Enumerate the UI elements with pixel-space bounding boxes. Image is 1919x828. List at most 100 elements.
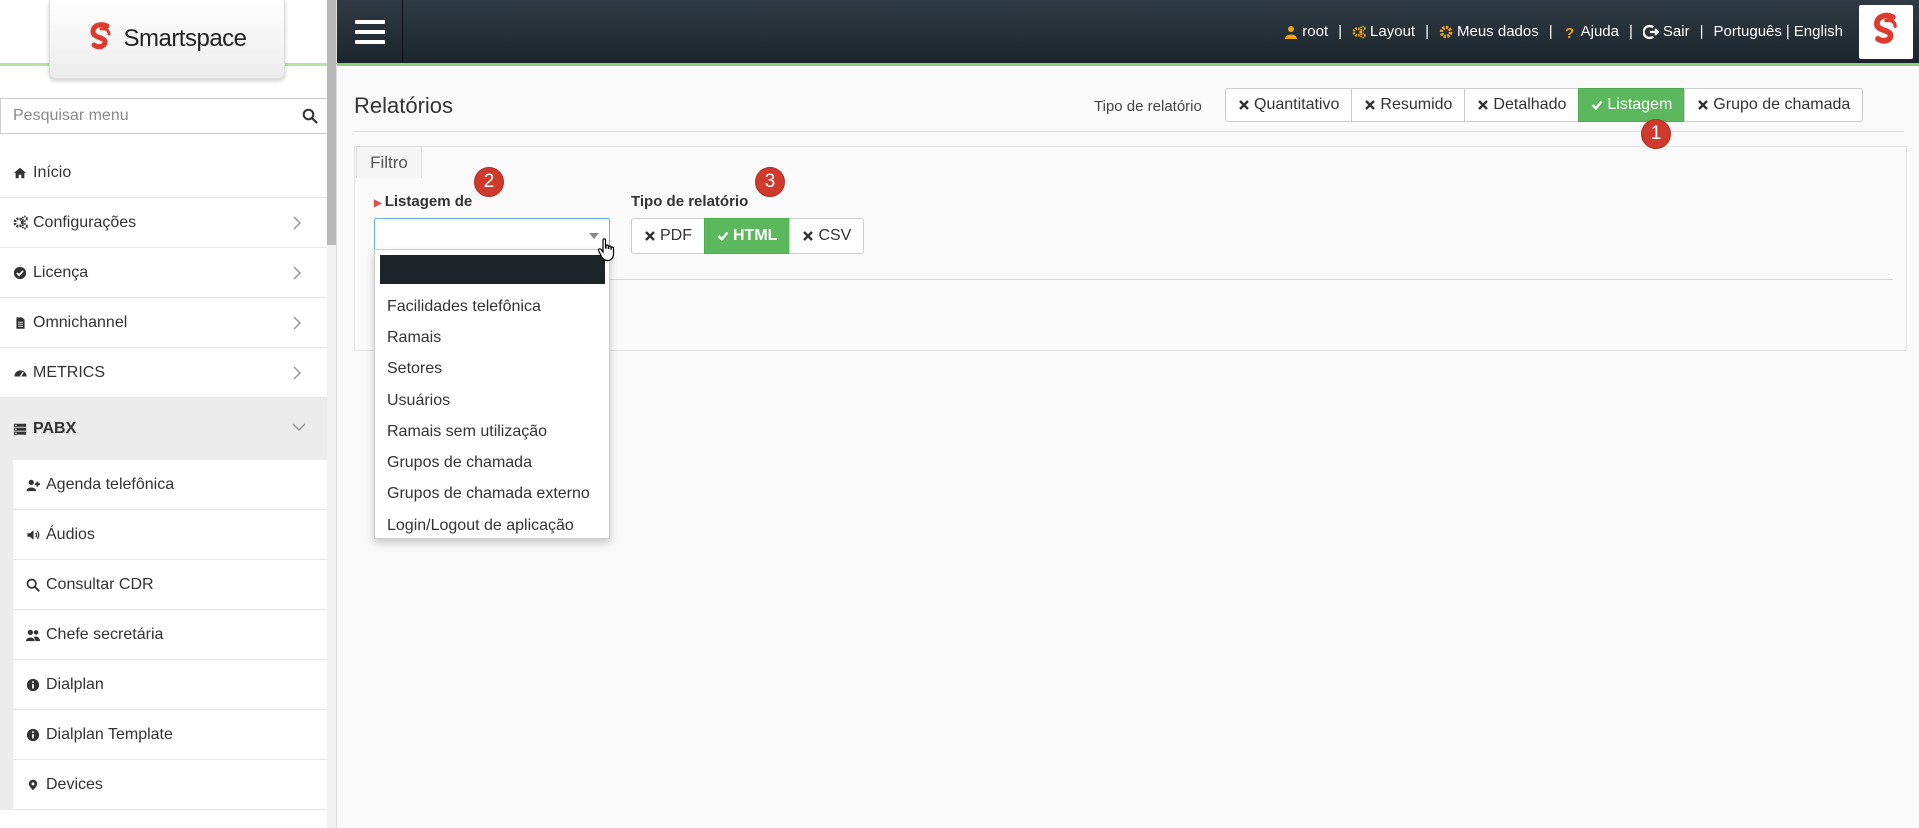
close-icon	[1478, 100, 1489, 110]
smartspace-logo-icon	[90, 22, 111, 50]
menu-search-input[interactable]	[1, 99, 291, 133]
dropdown-options: Facilidades telefônica Ramais Setores Us…	[375, 291, 609, 541]
lang-pt-link[interactable]: Português	[1714, 23, 1782, 40]
step-badge-1: 1	[1641, 119, 1671, 149]
sidebar-item-pabx[interactable]: PABX	[0, 398, 328, 460]
listagem-de-dropdown: Facilidades telefônica Ramais Setores Us…	[374, 249, 610, 539]
sidebar-item-devices[interactable]: Devices	[13, 760, 328, 810]
user-link[interactable]: root	[1284, 23, 1328, 40]
listagem-de-label: ▶ Listagem de	[374, 193, 472, 210]
sidebar-item-label: Configurações	[33, 213, 137, 231]
sidebar-item-label: Licença	[33, 263, 89, 281]
info-circle-icon	[25, 677, 41, 693]
ajuda-link[interactable]: ? Ajuda	[1563, 23, 1619, 42]
output-type-label: Tipo de relatório	[631, 193, 749, 210]
listagem-de-label-text: Listagem de	[384, 193, 473, 210]
button-label: Grupo de chamada	[1713, 96, 1851, 113]
gears-icon	[1352, 25, 1366, 38]
main-content: Relatórios Tipo de relatório Quantitativ…	[337, 69, 1919, 828]
smartspace-logo-icon	[1873, 12, 1897, 44]
separator: |	[1425, 23, 1429, 40]
sidebar-item-configuracoes[interactable]: Configurações	[0, 198, 328, 248]
report-type-quantitativo-button[interactable]: Quantitativo	[1225, 88, 1353, 122]
top-logo[interactable]	[1859, 5, 1913, 59]
listagem-de-select[interactable]	[374, 218, 610, 251]
sidebar-item-label: Consultar CDR	[46, 575, 154, 593]
meus-dados-link[interactable]: Meus dados	[1439, 23, 1539, 40]
check-icon	[1592, 100, 1603, 111]
sidebar-item-agenda-telefonica[interactable]: Agenda telefônica	[13, 460, 328, 510]
sidebar-item-audios[interactable]: Áudios	[13, 510, 328, 560]
check-icon	[717, 231, 729, 242]
check-circle-icon	[12, 265, 28, 281]
lang-en-label: English	[1793, 23, 1843, 40]
dropdown-option[interactable]: Setores	[375, 354, 609, 385]
sidebar-item-chefe-secretaria[interactable]: Chefe secretária	[13, 610, 328, 660]
chevron-right-icon	[293, 266, 302, 280]
required-marker-icon: ▶	[374, 198, 382, 209]
output-csv-button[interactable]: CSV	[789, 218, 865, 254]
sidebar-item-label: Dialplan	[46, 675, 104, 693]
sidebar-item-metrics[interactable]: METRICS	[0, 348, 328, 398]
lang-pt-label: Português	[1713, 23, 1782, 40]
sidebar-menu: Início Configurações Licença Omnichannel	[0, 148, 328, 810]
sidebar-item-label: Áudios	[46, 525, 95, 543]
question-icon: ?	[1565, 24, 1575, 42]
page-title: Relatórios	[354, 93, 454, 118]
sidebar-item-dialplan-template[interactable]: Dialplan Template	[13, 710, 328, 760]
ajuda-label: Ajuda	[1580, 23, 1619, 40]
sidebar-item-label: Dialplan Template	[46, 725, 173, 743]
sidebar-item-label: Omnichannel	[33, 313, 128, 331]
output-pdf-button[interactable]: PDF	[631, 218, 705, 254]
step-badge-2: 2	[474, 167, 504, 197]
sidebar-scrollbar[interactable]	[327, 0, 336, 828]
sidebar-item-consultar-cdr[interactable]: Consultar CDR	[13, 560, 328, 610]
report-type-listagem-button[interactable]: Listagem	[1578, 88, 1686, 122]
topbar: root | Layout | Meus dados | ? Ajuda | S…	[337, 0, 1919, 66]
search-icon[interactable]	[302, 108, 318, 124]
layout-link[interactable]: Layout	[1352, 23, 1415, 40]
dropdown-option[interactable]: Usuários	[375, 385, 609, 416]
dropdown-option[interactable]: Login/Logout de aplicação	[375, 510, 609, 541]
dropdown-option[interactable]: Facilidades telefônica	[375, 291, 609, 322]
close-icon	[1239, 100, 1249, 110]
sidebar-item-omnichannel[interactable]: Omnichannel	[0, 298, 328, 348]
hamburger-menu-icon[interactable]	[337, 0, 403, 63]
sidebar-item-dialplan[interactable]: Dialplan	[13, 660, 328, 710]
title-divider	[354, 131, 1904, 132]
sidebar: Smartspace Início Configurações L	[0, 0, 337, 828]
report-type-resumido-button[interactable]: Resumido	[1351, 88, 1466, 122]
pabx-submenu: Agenda telefônica Áudios Consultar CDR C…	[0, 460, 328, 810]
info-circle-icon	[25, 727, 41, 743]
lang-separator: |	[1785, 23, 1790, 40]
sidebar-item-licenca[interactable]: Licença	[0, 248, 328, 298]
user-plus-icon	[25, 477, 41, 493]
home-icon	[12, 165, 28, 181]
dropdown-option[interactable]: Ramais	[375, 322, 609, 353]
meus-dados-label: Meus dados	[1457, 23, 1539, 40]
dropdown-highlighted-empty-option[interactable]	[380, 255, 605, 284]
brand-area: Smartspace	[0, 0, 336, 79]
sign-out-icon	[1642, 24, 1659, 39]
user-icon	[1285, 25, 1298, 39]
tab-filtro[interactable]: Filtro	[356, 146, 422, 178]
sidebar-item-inicio[interactable]: Início	[0, 148, 328, 198]
report-type-grupo-de-chamada-button[interactable]: Grupo de chamada	[1684, 88, 1864, 122]
sidebar-item-label: Chefe secretária	[46, 625, 164, 643]
output-html-button[interactable]: HTML	[704, 218, 791, 254]
gears-icon	[12, 215, 28, 231]
dropdown-option[interactable]: Grupos de chamada externo	[375, 479, 609, 510]
sidebar-item-label: METRICS	[33, 363, 105, 381]
sidebar-item-label: Início	[33, 163, 72, 181]
sidebar-item-label: Devices	[46, 775, 103, 793]
report-type-label: Tipo de relatório	[1094, 98, 1202, 115]
report-type-detalhado-button[interactable]: Detalhado	[1464, 88, 1580, 122]
hand-cursor-icon	[597, 238, 615, 262]
gear-icon	[1439, 25, 1453, 38]
brand-logo[interactable]: Smartspace	[49, 0, 285, 79]
sair-link[interactable]: Sair	[1642, 23, 1690, 40]
dropdown-option[interactable]: Grupos de chamada	[375, 447, 609, 478]
dropdown-option[interactable]: Ramais sem utilização	[375, 416, 609, 447]
sidebar-scrollbar-thumb[interactable]	[327, 0, 336, 245]
lang-en-link[interactable]: English	[1794, 23, 1843, 40]
